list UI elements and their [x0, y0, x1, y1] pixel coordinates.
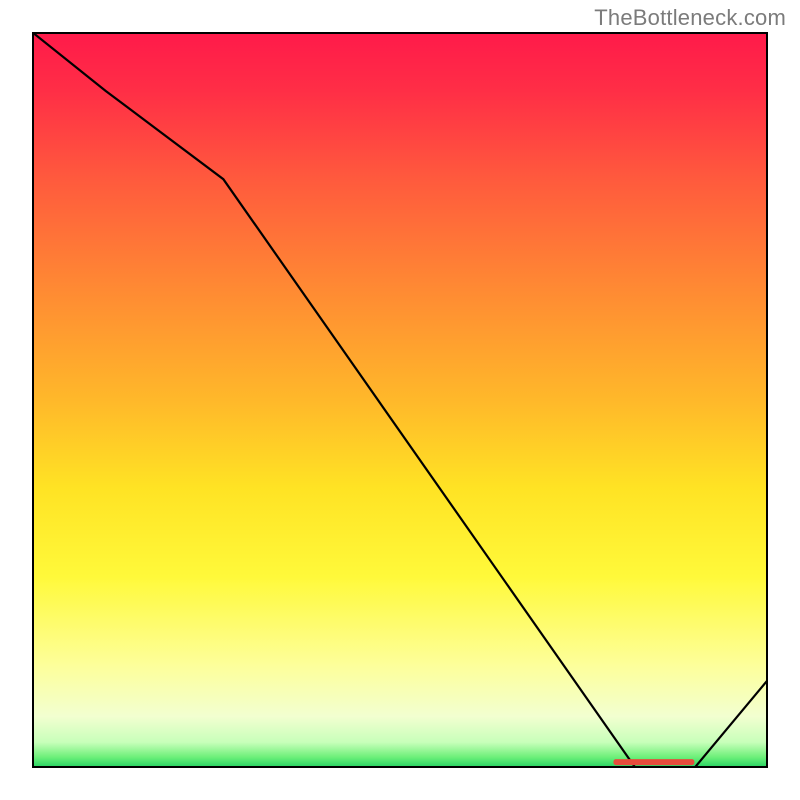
chart-canvas — [32, 32, 768, 768]
chart-background — [32, 32, 768, 768]
bottleneck-chart — [32, 32, 768, 768]
chart-optimal-marker — [613, 759, 694, 765]
attribution-label: TheBottleneck.com — [594, 5, 786, 31]
